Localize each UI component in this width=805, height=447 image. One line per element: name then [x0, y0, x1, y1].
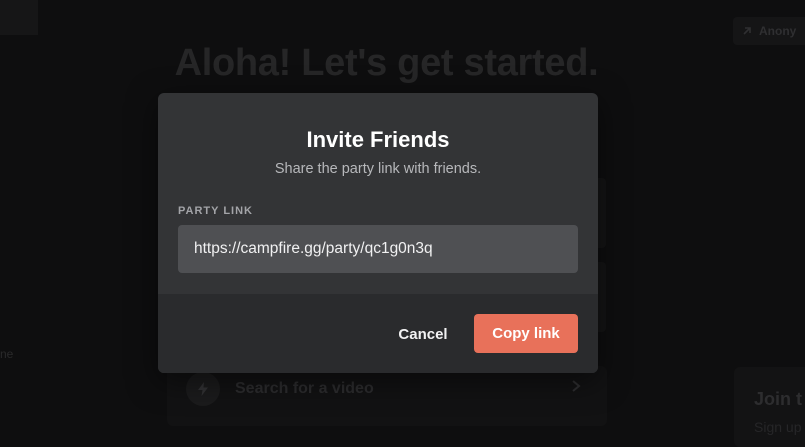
search-video-row: Search for a video — [167, 366, 607, 426]
chevron-right-icon — [572, 380, 581, 392]
party-link-input[interactable] — [178, 225, 578, 273]
copy-link-button[interactable]: Copy link — [474, 314, 578, 353]
arrow-up-right-icon — [743, 27, 751, 35]
join-card-subtitle: Sign up — [754, 419, 802, 435]
anonymous-badge: Anony — [733, 17, 805, 45]
invite-friends-modal: Invite Friends Share the party link with… — [158, 93, 598, 373]
top-left-panel — [0, 0, 38, 35]
join-card: Join t Sign up — [734, 367, 805, 447]
party-link-label: PARTY LINK — [178, 205, 253, 217]
hero-title: Aloha! Let's get started. — [174, 42, 599, 84]
background-option-card-edge — [598, 262, 606, 332]
search-icon-badge — [186, 372, 220, 406]
modal-title: Invite Friends — [306, 127, 450, 152]
left-sidebar-text: ne — [0, 347, 14, 361]
modal-footer: Cancel Copy link — [158, 294, 598, 373]
modal-subtitle: Share the party link with friends. — [274, 161, 482, 177]
anonymous-badge-label: Anony — [759, 24, 797, 38]
join-card-title: Join t — [754, 389, 802, 409]
lightning-icon — [198, 382, 208, 396]
search-video-label: Search for a video — [235, 380, 374, 397]
cancel-button[interactable]: Cancel — [392, 315, 454, 353]
background-option-card-edge — [598, 178, 606, 248]
